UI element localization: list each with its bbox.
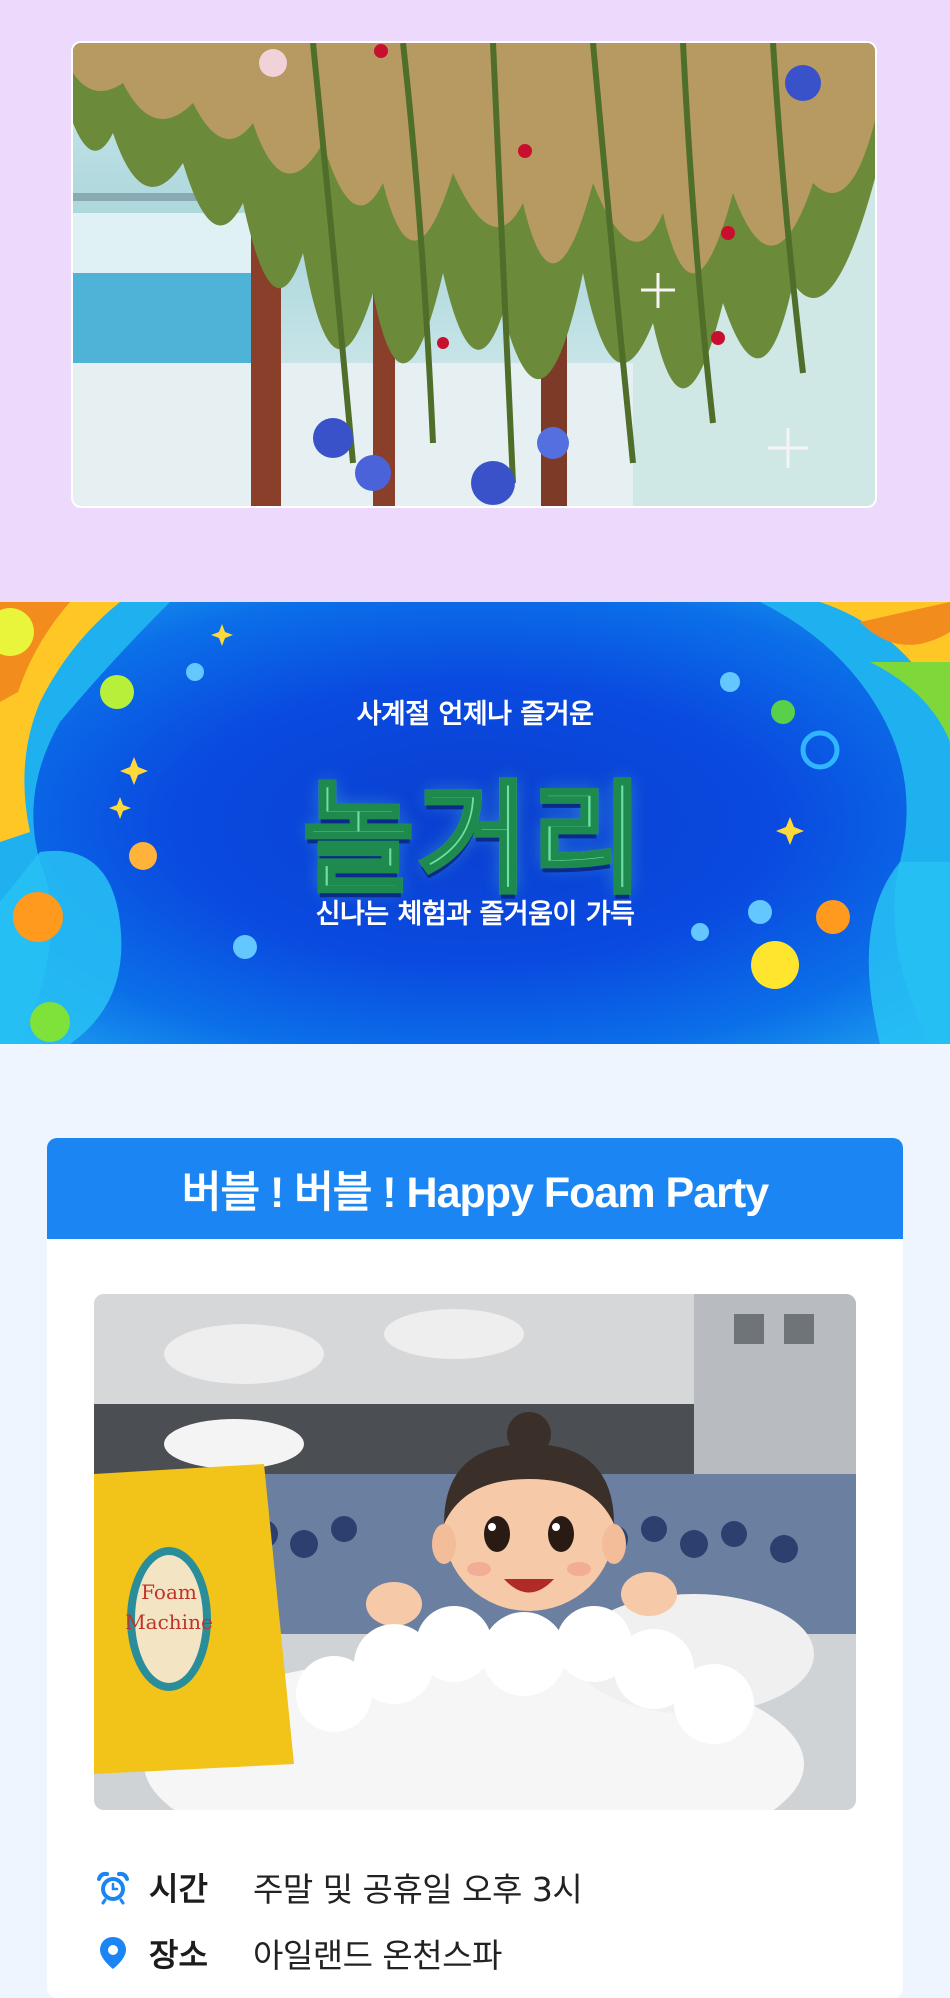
- hanging-garden-illustration: [73, 43, 875, 506]
- alarm-clock-icon: [97, 1871, 129, 1905]
- info-row-time: 시간 주말 및 공휴일 오후 3시: [95, 1864, 583, 1910]
- location-pin-icon: [100, 1937, 126, 1969]
- foam-party-card: 버블 ! 버블 ! Happy Foam Party Foam Machine …: [47, 1138, 903, 1998]
- place-value: 아일랜드 온천스파: [253, 1936, 502, 1975]
- banner-kicker-text: 사계절 언제나 즐거운: [356, 699, 594, 730]
- info-row-place: 장소 아일랜드 온천스파: [95, 1930, 502, 1976]
- banner-title: 놀거리: [0, 742, 950, 916]
- foam-party-photo: Foam Machine: [94, 1294, 856, 1810]
- place-label: 장소: [149, 1936, 208, 1974]
- machine-label-line1: Foam: [141, 1580, 197, 1604]
- time-value: 주말 및 공휴일 오후 3시: [253, 1870, 583, 1909]
- hanging-garden-photo: [71, 41, 877, 508]
- activities-banner: 사계절 언제나 즐거운 놀거리 신나는 체험과 즐거움이 가득: [0, 602, 950, 1044]
- garden-section: [0, 0, 950, 602]
- foam-party-illustration: Foam Machine: [94, 1294, 856, 1810]
- foam-party-section: 버블 ! 버블 ! Happy Foam Party Foam Machine …: [0, 1044, 950, 1998]
- time-label: 시간: [149, 1870, 208, 1908]
- banner-subtitle: 신나는 체험과 즐거움이 가득: [315, 899, 635, 930]
- event-title: 버블 ! 버블 ! Happy Foam Party: [181, 1168, 769, 1217]
- event-header: 버블 ! 버블 ! Happy Foam Party: [47, 1138, 903, 1239]
- machine-label-line2: Machine: [125, 1610, 213, 1634]
